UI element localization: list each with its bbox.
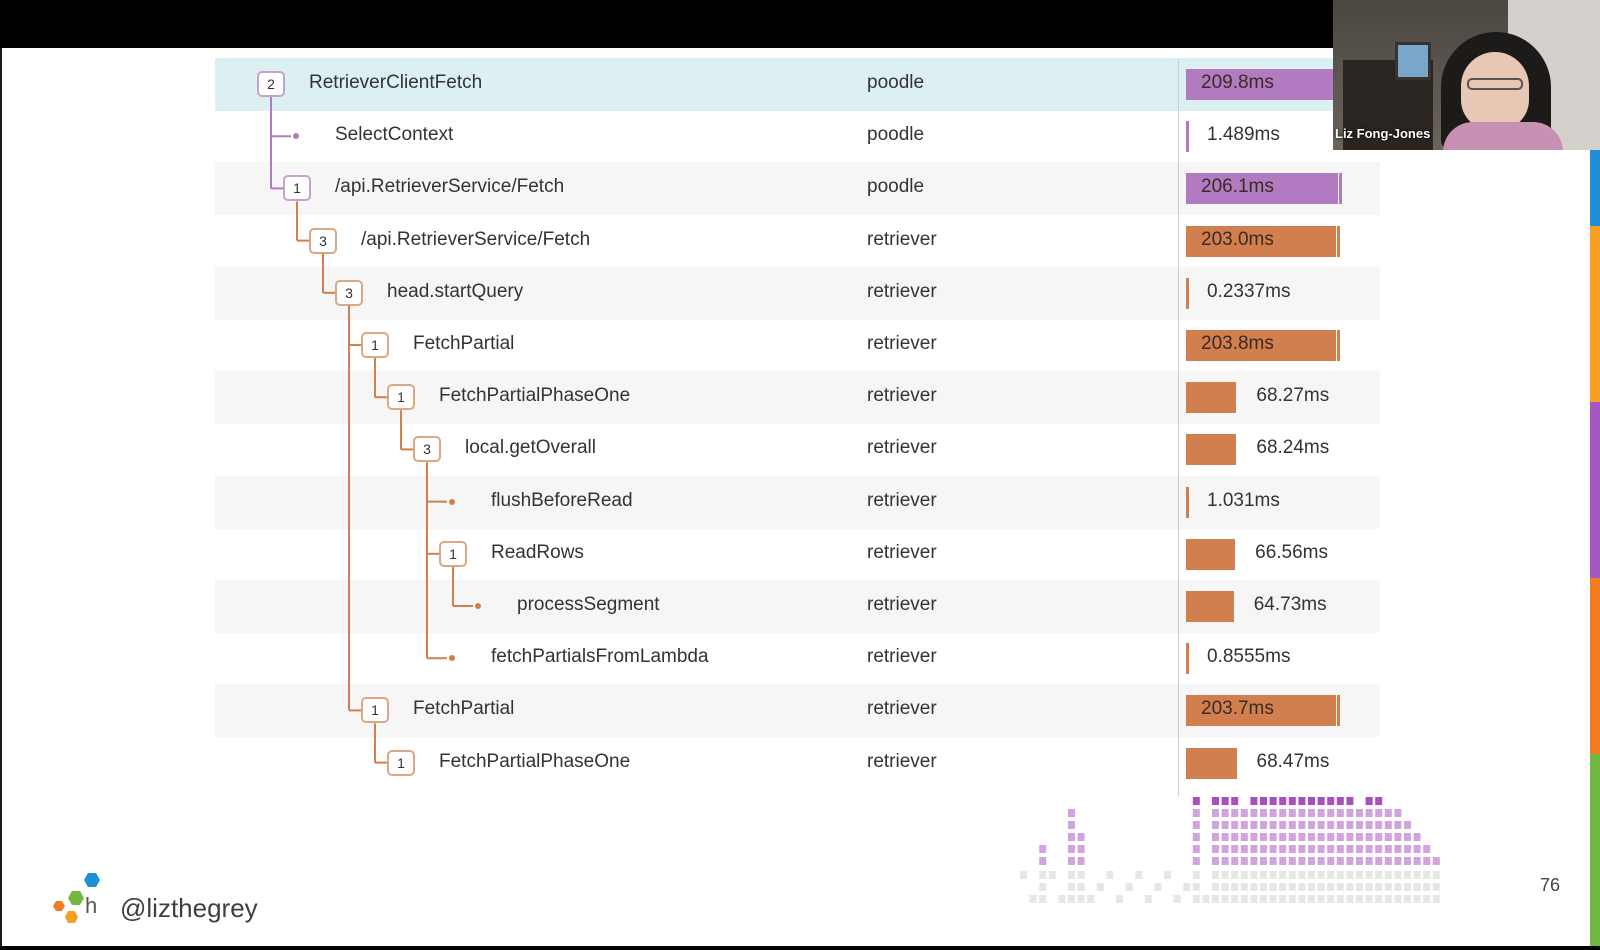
span-bar-end-marker <box>1338 173 1342 205</box>
span-duration: 68.27ms <box>1256 385 1330 407</box>
presentation-bottom-bar <box>0 946 1600 950</box>
webcam-person-shirt <box>1443 122 1563 150</box>
span-duration: 64.73ms <box>1253 594 1327 615</box>
slide-left-edge <box>0 48 2 946</box>
trace-waterfall: 2 RetrieverClientFetch poodle 209.8ms Select… <box>215 58 1380 796</box>
span-bar-end-marker <box>1337 330 1341 361</box>
span-duration: 203.0ms <box>1201 228 1274 250</box>
span-duration: 68.24ms <box>1256 437 1330 459</box>
span-duration: 203.7ms <box>1201 698 1274 720</box>
span-duration: 1.031ms <box>1207 489 1280 511</box>
span-duration: 0.8555ms <box>1207 646 1291 668</box>
logo-hex-orange <box>53 901 65 911</box>
logo-hex-yellow <box>65 911 78 923</box>
slide-number: 76 <box>1540 875 1561 895</box>
span-duration: 209.8ms <box>1201 72 1274 93</box>
span-duration: 68.47ms <box>1256 750 1330 772</box>
logo-hex-green <box>68 891 84 905</box>
span-duration: 66.56ms <box>1255 541 1328 563</box>
logo-hex-blue <box>84 873 100 887</box>
honeycomb-logo: h <box>53 873 100 923</box>
webcam-picture-frame <box>1395 42 1431 80</box>
span-duration: 206.1ms <box>1201 176 1274 198</box>
honeycomb-color-stripe <box>1590 150 1600 946</box>
logo-letter: h <box>85 893 97 918</box>
timeline-separator <box>1178 58 1179 796</box>
span-duration: 1.489ms <box>1207 124 1280 146</box>
span-bar-end-marker <box>1337 695 1341 727</box>
audio-visualizer <box>1020 797 1440 903</box>
webcam-person-face <box>1461 52 1529 130</box>
span-bar-end-marker <box>1337 225 1341 257</box>
span-duration: 0.2337ms <box>1207 280 1291 302</box>
span-duration: 203.8ms <box>1201 333 1274 354</box>
trace-tree-lines <box>270 97 473 764</box>
webcam-person-glasses <box>1467 78 1523 90</box>
webcam-name-label: Liz Fong-Jones <box>1335 126 1431 141</box>
twitter-handle: @lizthegrey <box>120 893 258 923</box>
